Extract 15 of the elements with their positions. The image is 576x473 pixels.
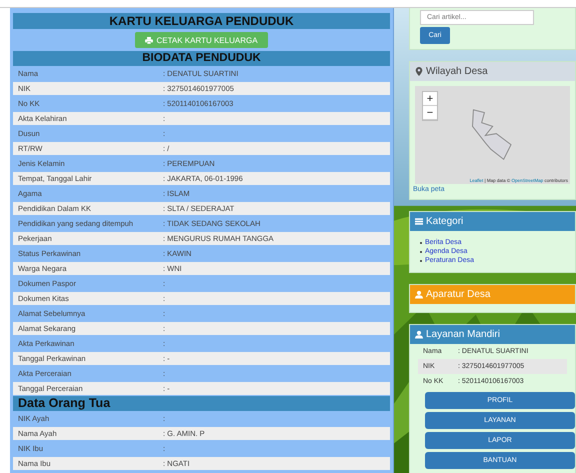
panel-title: Wilayah Desa: [426, 66, 488, 77]
menu-icon: [415, 217, 423, 226]
map-marker-icon: [415, 67, 423, 76]
zoom-out-button[interactable]: −: [423, 106, 437, 120]
user-icon: [415, 330, 423, 339]
panel-title: Kategori: [426, 216, 464, 227]
card-title: KARTU KELUARGA PENDUDUK: [13, 13, 390, 29]
user-icon: [415, 290, 423, 299]
section-heading: BIODATA PENDUDUK: [13, 51, 390, 66]
zoom-in-button[interactable]: +: [423, 92, 437, 106]
printer-icon: [145, 36, 154, 44]
print-button[interactable]: CETAK KARTU KELUARGA: [135, 32, 268, 48]
panel-title: Aparatur Desa: [426, 289, 490, 300]
panel-title: Layanan Mandiri: [426, 329, 500, 340]
section-heading: Data Orang Tua: [13, 396, 390, 411]
